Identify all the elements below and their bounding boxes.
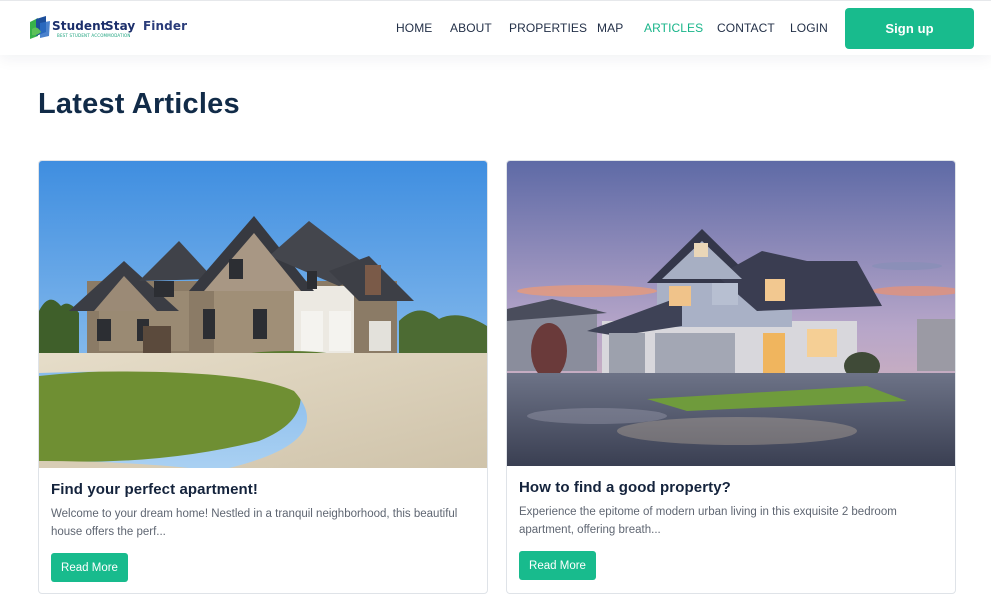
brand-tagline: BEST STUDENT ACCOMMODATION: [57, 33, 131, 38]
read-more-button[interactable]: Read More: [519, 551, 596, 580]
brand-word-finder: Finder: [143, 19, 188, 33]
stone-house-photo: [39, 161, 487, 468]
nav-map[interactable]: MAP: [597, 21, 623, 35]
nav-home[interactable]: HOME: [396, 21, 432, 35]
article-excerpt: Welcome to your dream home! Nestled in a…: [51, 508, 458, 538]
brand-word-stay: Stay: [105, 19, 136, 33]
site-header: Student Stay Finder BEST STUDENT ACCOMMO…: [0, 0, 991, 55]
brand-name: Student Stay Finder BEST STUDENT ACCOMMO…: [51, 16, 211, 42]
logo-book-icon: [30, 16, 50, 39]
article-title[interactable]: Find your perfect apartment!: [51, 481, 258, 498]
nav-articles[interactable]: ARTICLES: [644, 21, 703, 35]
article-title[interactable]: How to find a good property?: [519, 479, 731, 496]
nav-properties[interactable]: PROPERTIES: [509, 21, 587, 35]
nav-contact[interactable]: CONTACT: [717, 21, 775, 35]
read-more-button[interactable]: Read More: [51, 553, 128, 582]
brand-logo[interactable]: Student Stay Finder BEST STUDENT ACCOMMO…: [29, 16, 211, 42]
modern-house-photo: [507, 161, 955, 466]
page-title: Latest Articles: [38, 88, 240, 120]
nav-about[interactable]: ABOUT: [450, 21, 492, 35]
article-image[interactable]: [507, 161, 955, 466]
signup-button[interactable]: Sign up: [845, 8, 974, 49]
article-card: How to find a good property? Experience …: [506, 160, 956, 594]
brand-word-student: Student: [52, 19, 107, 33]
article-card: Find your perfect apartment! Welcome to …: [38, 160, 488, 594]
article-image[interactable]: [39, 161, 487, 468]
article-excerpt: Experience the epitome of modern urban l…: [519, 506, 897, 536]
nav-login[interactable]: LOGIN: [790, 21, 828, 35]
